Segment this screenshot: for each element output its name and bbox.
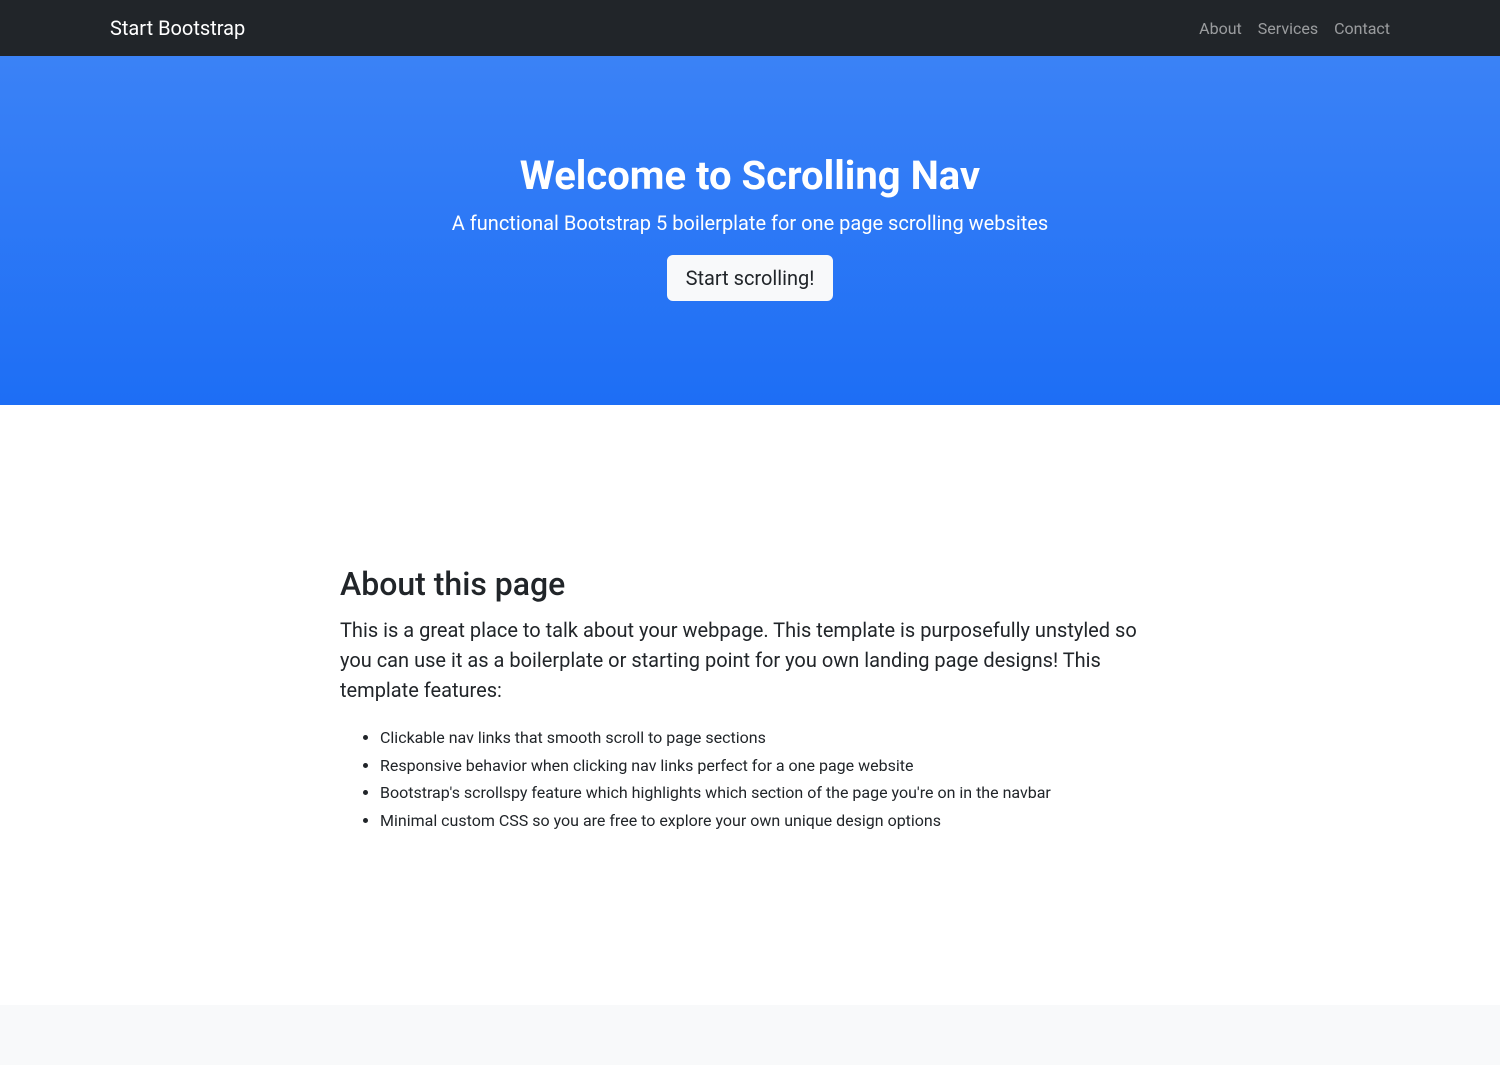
list-item: Clickable nav links that smooth scroll t…: [380, 725, 1160, 751]
navbar-brand[interactable]: Start Bootstrap: [110, 16, 245, 40]
hero-subtitle: A functional Bootstrap 5 boilerplate for…: [20, 211, 1480, 235]
nav-link-about[interactable]: About: [1199, 19, 1242, 38]
about-feature-list: Clickable nav links that smooth scroll t…: [340, 725, 1160, 833]
navbar: Start Bootstrap About Services Contact: [0, 0, 1500, 56]
list-item: Responsive behavior when clicking nav li…: [380, 753, 1160, 779]
hero-section: Welcome to Scrolling Nav A functional Bo…: [0, 56, 1500, 405]
navbar-nav: About Services Contact: [1199, 19, 1390, 38]
list-item: Minimal custom CSS so you are free to ex…: [380, 808, 1160, 834]
nav-link-services[interactable]: Services: [1258, 19, 1318, 38]
about-lead: This is a great place to talk about your…: [340, 615, 1160, 705]
about-heading: About this page: [340, 565, 1160, 603]
about-section: About this page This is a great place to…: [0, 405, 1500, 1005]
start-scrolling-button[interactable]: Start scrolling!: [667, 255, 834, 301]
footer-area: [0, 1005, 1500, 1065]
nav-link-contact[interactable]: Contact: [1334, 19, 1390, 38]
list-item: Bootstrap's scrollspy feature which high…: [380, 780, 1160, 806]
hero-title: Welcome to Scrolling Nav: [20, 152, 1480, 199]
